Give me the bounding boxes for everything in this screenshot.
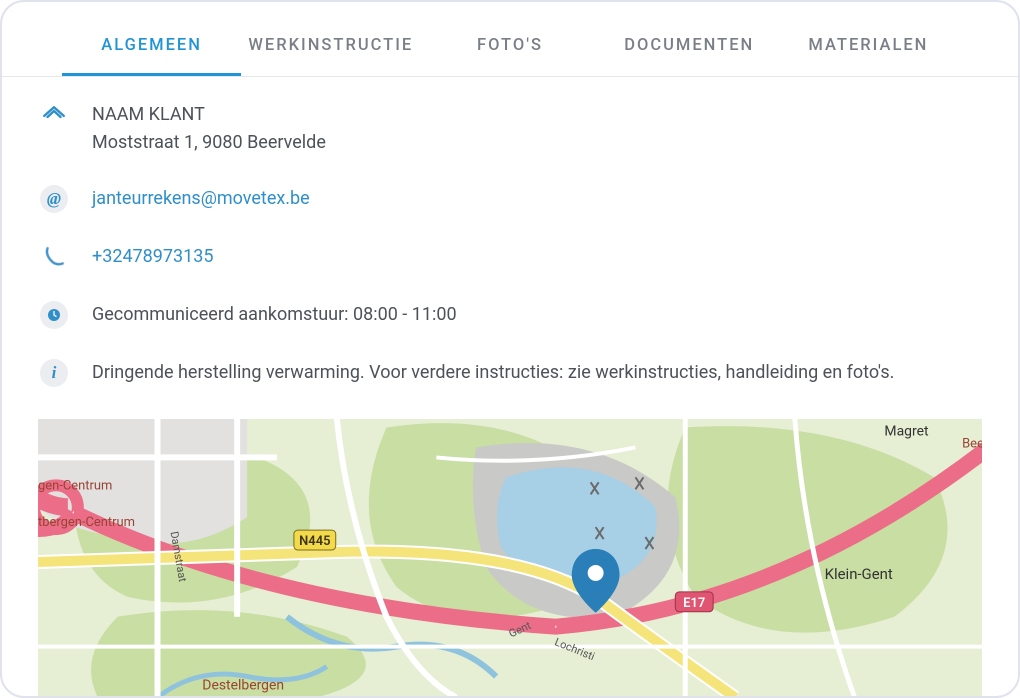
phone-link[interactable]: +32478973135 <box>92 243 214 271</box>
map-shield-e17: E17 <box>683 596 705 611</box>
customer-address: Moststraat 1, 9080 Beervelde <box>92 129 326 157</box>
customer-name: NAAM KLANT <box>92 101 326 129</box>
arrival-row: Gecommuniceerd aankomstuur: 08:00 - 11:0… <box>38 299 982 331</box>
tab-fotos[interactable]: FOTO'S <box>420 14 599 76</box>
content-panel: NAAM KLANT Moststraat 1, 9080 Beervelde … <box>2 77 1018 389</box>
phone-row: +32478973135 <box>38 241 982 273</box>
arrival-text: Gecommuniceerd aankomstuur: 08:00 - 11:0… <box>92 301 457 329</box>
map-label-magret: Magret <box>884 424 929 440</box>
tab-algemeen[interactable]: ALGEMEEN <box>62 14 241 76</box>
info-icon: i <box>38 357 70 389</box>
tab-bar: ALGEMEEN WERKINSTRUCTIE FOTO'S DOCUMENTE… <box>2 14 1018 77</box>
detail-card: ALGEMEEN WERKINSTRUCTIE FOTO'S DOCUMENTE… <box>0 0 1020 698</box>
map-label-kleingent: Klein-Gent <box>825 565 893 583</box>
email-row: @ janteurrekens@movetex.be <box>38 183 982 215</box>
notes-text: Dringende herstelling verwarming. Voor v… <box>92 359 894 387</box>
customer-row: NAAM KLANT Moststraat 1, 9080 Beervelde <box>38 101 982 157</box>
tab-documenten[interactable]: DOCUMENTEN <box>600 14 779 76</box>
email-link[interactable]: janteurrekens@movetex.be <box>92 185 310 213</box>
email-icon: @ <box>38 183 70 215</box>
map-label-tbergen: tbergen-Centrum <box>38 515 135 530</box>
tab-materialen[interactable]: MATERIALEN <box>779 14 958 76</box>
home-icon <box>38 101 70 133</box>
map-label-beers: Beers <box>962 436 982 451</box>
clock-icon <box>38 299 70 331</box>
notes-row: i Dringende herstelling verwarming. Voor… <box>38 357 982 389</box>
phone-icon <box>38 241 70 273</box>
tab-werkinstructie[interactable]: WERKINSTRUCTIE <box>241 14 420 76</box>
map[interactable]: N445 E17 Magret Klein-Gent Destelbergen … <box>38 419 982 696</box>
map-label-gencentrum: gen-Centrum <box>38 478 112 493</box>
map-shield-n445: N445 <box>299 534 330 549</box>
map-label-destelbergen: Destelbergen <box>202 677 284 693</box>
